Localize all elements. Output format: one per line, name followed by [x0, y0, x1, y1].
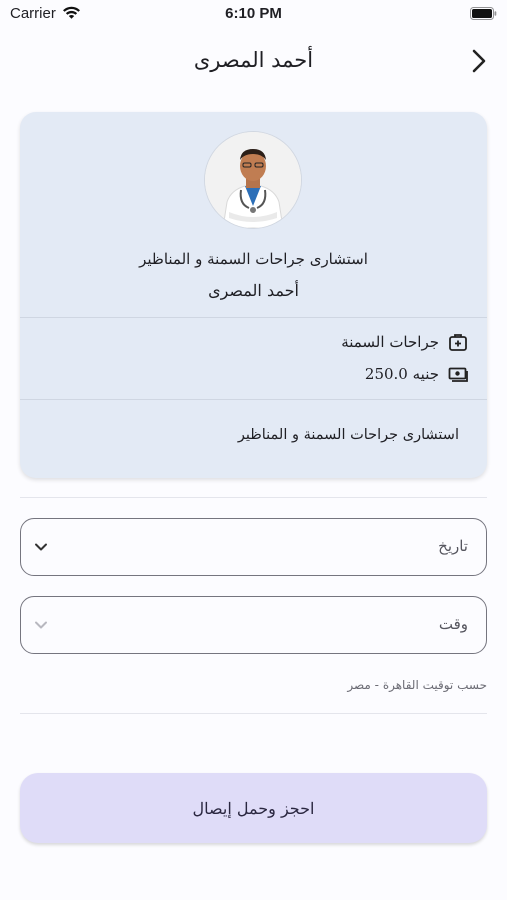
timezone-note: حسب توقيت القاهرة - مصر	[347, 678, 487, 692]
section-divider	[20, 713, 487, 714]
doctor-avatar	[205, 132, 301, 228]
doctor-title: استشارى جراحات السمنة و المناظير	[139, 250, 368, 268]
price-row: 250.0 جنيه	[365, 363, 469, 385]
nav-bar: أحمد المصرى	[0, 40, 507, 84]
time-dropdown[interactable]: وقت	[20, 596, 487, 654]
date-dropdown[interactable]: تاريخ	[20, 518, 487, 576]
book-button-label: احجز وحمل إيصال	[192, 798, 315, 818]
date-label: تاريخ	[438, 537, 468, 555]
book-and-download-receipt-button[interactable]: احجز وحمل إيصال	[20, 773, 487, 843]
battery-icon	[470, 7, 497, 20]
section-divider	[20, 497, 487, 498]
doctor-photo	[205, 132, 301, 228]
specialty-text: جراحات السمنة	[341, 333, 439, 351]
page-title: أحمد المصرى	[193, 48, 314, 72]
medical-kit-icon	[447, 331, 469, 353]
doctor-card: استشارى جراحات السمنة و المناظير أحمد ال…	[20, 112, 487, 478]
clock: 6:10 PM	[225, 5, 282, 22]
doctor-bio: استشارى جراحات السمنة و المناظير	[237, 427, 459, 443]
status-bar: Carrier 6:10 PM	[0, 0, 507, 30]
specialty-row: جراحات السمنة	[341, 331, 469, 353]
booking-screen: Carrier 6:10 PM أحمد المصرى استشارى جراح…	[0, 0, 507, 900]
chevron-down-icon	[35, 543, 47, 551]
price-text: 250.0 جنيه	[364, 365, 439, 383]
chevron-down-icon	[35, 621, 47, 629]
cash-icon	[447, 363, 469, 385]
doctor-name: أحمد المصرى	[208, 281, 299, 300]
chevron-right-icon	[472, 49, 486, 73]
time-label: وقت	[438, 615, 468, 633]
card-divider	[20, 399, 487, 400]
back-button[interactable]	[467, 46, 491, 76]
card-divider	[20, 317, 487, 318]
